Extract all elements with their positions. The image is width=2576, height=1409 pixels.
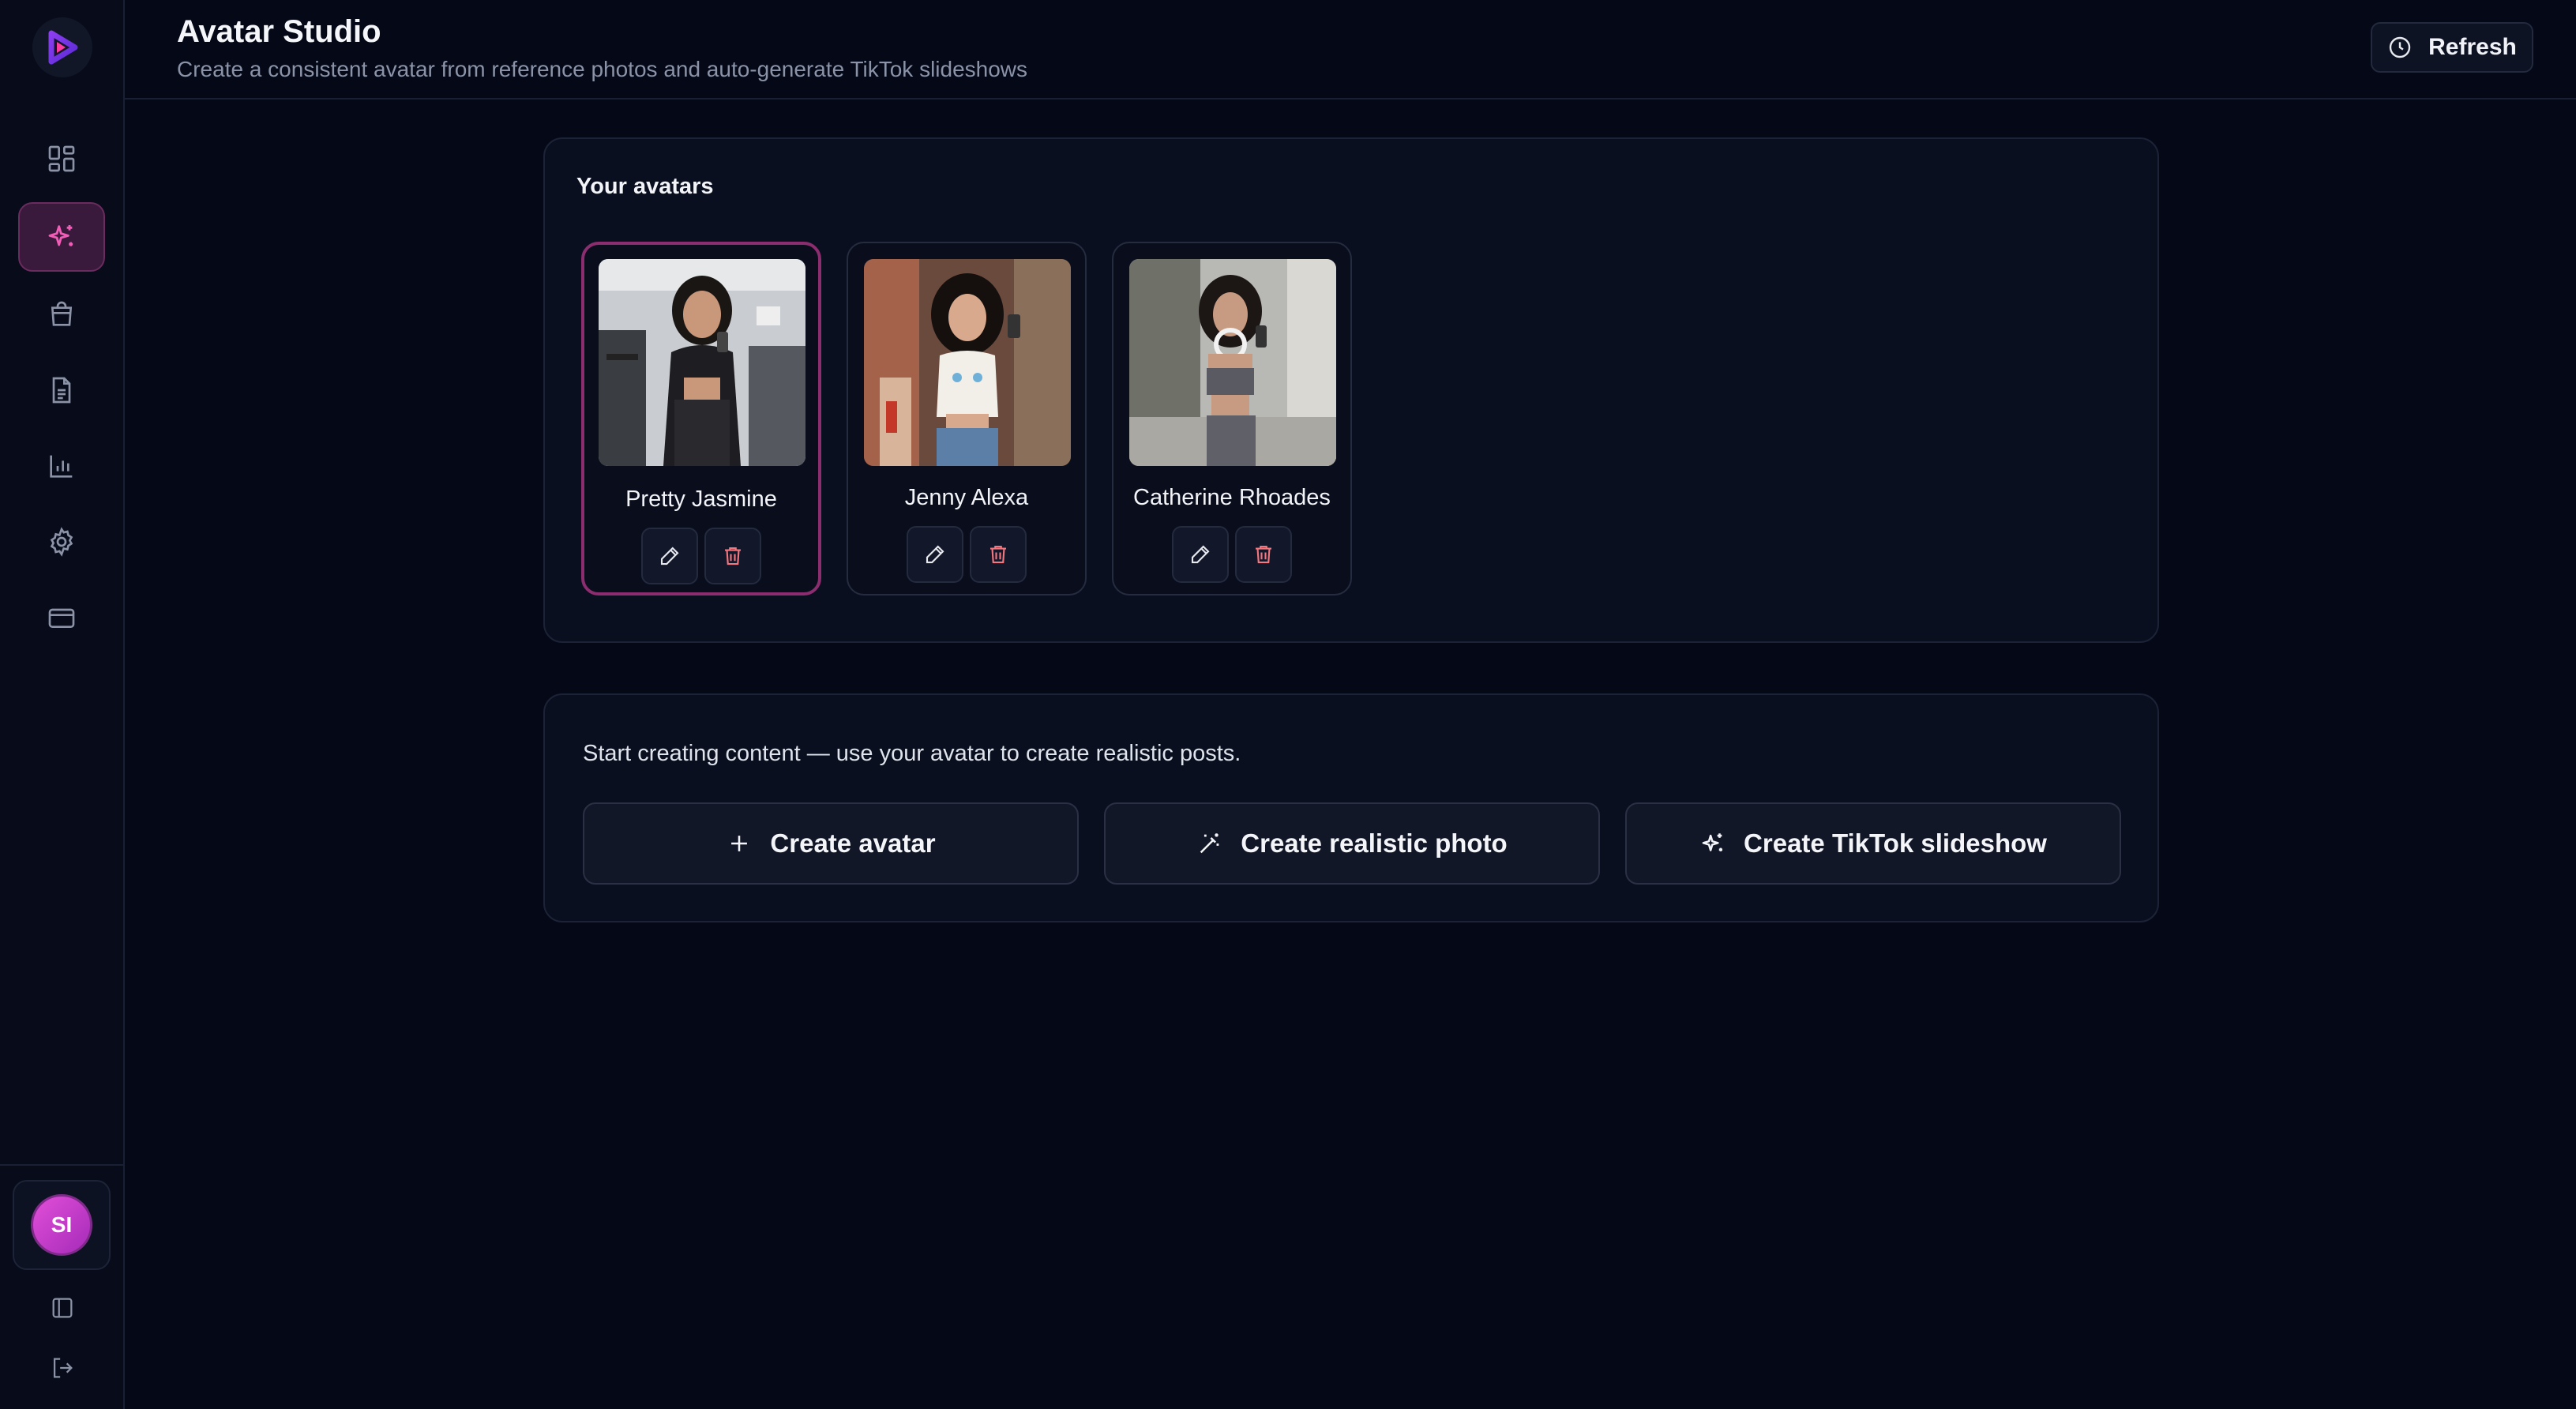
delete-avatar-button[interactable]	[970, 526, 1027, 583]
sidebar-item-shop[interactable]	[18, 280, 105, 349]
page-title: Avatar Studio	[177, 14, 381, 49]
sidebar-item-billing[interactable]	[18, 583, 105, 652]
sidebar-item-settings[interactable]	[18, 507, 105, 577]
play-logo-icon	[48, 30, 78, 65]
user-avatar: SI	[31, 1194, 92, 1256]
create-realistic-photo-button[interactable]: Create realistic photo	[1104, 802, 1600, 885]
sidebar-item-avatar-studio[interactable]	[18, 202, 105, 272]
page-header: Avatar Studio Create a consistent avatar…	[125, 0, 2576, 100]
edit-avatar-button[interactable]	[907, 526, 963, 583]
avatars-heading: Your avatars	[576, 174, 714, 199]
create-avatar-label: Create avatar	[770, 828, 936, 858]
logout-icon	[53, 1358, 73, 1378]
clock-icon	[2389, 36, 2411, 58]
delete-avatar-button[interactable]	[1235, 526, 1292, 583]
trash-icon	[1256, 545, 1271, 564]
collapse-sidebar-button[interactable]	[45, 1291, 80, 1325]
gear-icon	[50, 527, 73, 557]
avatars-panel: Your avatars Pretty Jasmine Jenny Alexa …	[543, 137, 2159, 643]
shopping-bag-icon	[51, 301, 73, 326]
avatar-photo	[1129, 259, 1336, 466]
pencil-icon	[1191, 545, 1210, 564]
sidebar-panel-icon	[52, 1298, 73, 1318]
edit-avatar-button[interactable]	[641, 528, 698, 584]
sidebar-item-documents[interactable]	[18, 355, 105, 425]
trash-icon	[990, 545, 1006, 564]
sparkles-icon	[48, 225, 73, 246]
avatar-card[interactable]: Catherine Rhoades	[1112, 242, 1352, 596]
create-tiktok-slideshow-button[interactable]: Create TikTok slideshow	[1625, 802, 2121, 885]
document-icon	[52, 377, 71, 404]
magic-wand-icon	[1200, 833, 1219, 854]
sparkles-icon	[1702, 833, 1723, 851]
trash-icon	[725, 547, 741, 565]
pencil-icon	[926, 545, 944, 564]
plus-icon	[731, 836, 748, 851]
avatar-photo	[864, 259, 1071, 466]
avatar-photo	[599, 259, 805, 466]
avatar-photo-image	[864, 259, 1071, 466]
avatar-name: Pretty Jasmine	[625, 487, 777, 512]
sidebar-item-analytics[interactable]	[18, 431, 105, 501]
pencil-icon	[660, 547, 679, 565]
refresh-label: Refresh	[2428, 34, 2517, 60]
avatar-name: Catherine Rhoades	[1133, 485, 1331, 510]
avatar-card[interactable]: Pretty Jasmine	[581, 242, 821, 596]
credit-card-icon	[48, 608, 75, 628]
create-tiktok-slideshow-label: Create TikTok slideshow	[1744, 828, 2047, 858]
create-avatar-button[interactable]: Create avatar	[583, 802, 1079, 885]
delete-avatar-button[interactable]	[704, 528, 761, 584]
bar-chart-icon	[50, 455, 73, 478]
page-subtitle: Create a consistent avatar from referenc…	[177, 57, 1028, 81]
logout-button[interactable]	[45, 1351, 80, 1385]
dashboard-icon	[48, 145, 75, 172]
avatar-photo-image	[599, 259, 805, 466]
avatar-name: Jenny Alexa	[904, 485, 1029, 510]
avatar-photo-image	[1129, 259, 1336, 466]
sidebar-divider	[0, 1164, 125, 1166]
sidebar-item-dashboard[interactable]	[18, 124, 105, 194]
avatar-card[interactable]: Jenny Alexa	[847, 242, 1087, 596]
create-content-text: Start creating content — use your avatar…	[583, 741, 1241, 766]
create-realistic-photo-label: Create realistic photo	[1241, 828, 1508, 858]
edit-avatar-button[interactable]	[1172, 526, 1229, 583]
create-content-panel: Start creating content — use your avatar…	[543, 693, 2159, 922]
app-logo[interactable]	[32, 17, 92, 77]
refresh-button[interactable]: Refresh	[2371, 22, 2533, 73]
sidebar: SI	[0, 0, 125, 1409]
user-menu[interactable]: SI	[13, 1180, 111, 1270]
